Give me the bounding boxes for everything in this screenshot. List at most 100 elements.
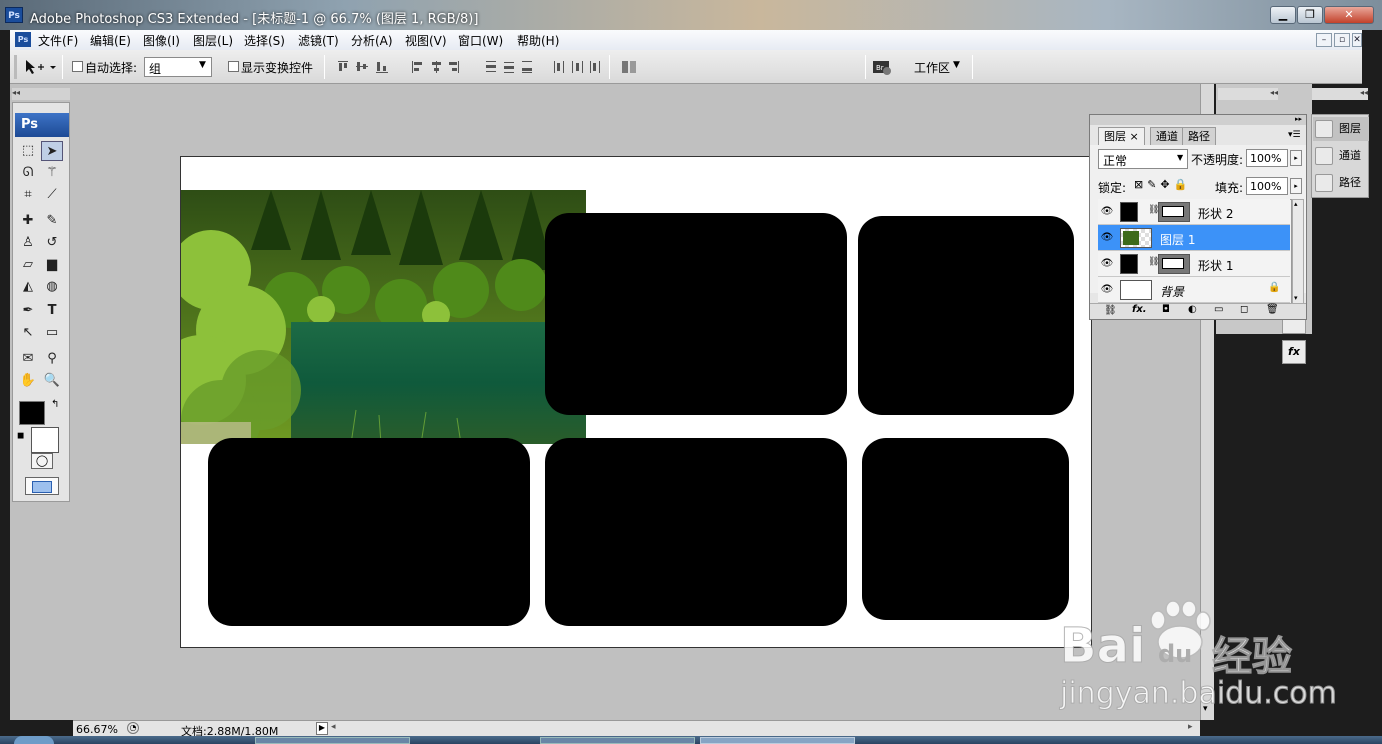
auto-select-dropdown[interactable]: 组 ▼ [144, 57, 212, 77]
scroll-left-icon[interactable]: ◂ [331, 722, 336, 732]
doc-close-button[interactable]: ✕ [1352, 33, 1362, 47]
shape-rounded-rect[interactable] [208, 438, 530, 626]
marquee-tool-icon[interactable]: ⬚ [17, 141, 39, 161]
scroll-down-icon[interactable]: ▾ [1294, 294, 1298, 302]
layer-list-scrollbar[interactable]: ▴ ▾ [1292, 199, 1304, 305]
lock-icons[interactable]: ⊠✎✥🔒 [1134, 178, 1191, 191]
history-brush-icon[interactable]: ↺ [41, 233, 63, 253]
workspace-button[interactable]: 工作区 [914, 59, 950, 76]
doc-minimize-button[interactable]: – [1316, 33, 1332, 47]
fill-input[interactable]: 100% [1246, 177, 1288, 195]
quick-mask-icon[interactable]: ◯ [31, 453, 53, 469]
gradient-tool-icon[interactable]: ▆ [41, 255, 63, 275]
zoom-level[interactable]: 66.67% [76, 723, 118, 736]
layer-row[interactable]: 👁 ⛓ 形状 1 [1098, 251, 1290, 277]
visibility-eye-icon[interactable]: 👁 [1100, 283, 1114, 297]
menu-analysis[interactable]: 分析(A) [351, 32, 393, 49]
new-group-icon[interactable]: ▭ [1214, 304, 1223, 315]
layer-row-selected[interactable]: 👁 图层 1 [1098, 225, 1290, 251]
dodge-tool-icon[interactable]: ◍ [41, 277, 63, 297]
shape-rounded-rect[interactable] [545, 213, 847, 415]
adjustment-layer-icon[interactable]: ◐ [1188, 304, 1197, 315]
slice-tool-icon[interactable]: ⟋ [41, 185, 63, 205]
dock-collapse-icon-2[interactable]: ◂◂ [1312, 88, 1368, 100]
close-button[interactable]: ✕ [1324, 6, 1374, 24]
status-menu-icon[interactable]: ◔ [127, 722, 139, 734]
crop-tool-icon[interactable]: ⌗ [17, 185, 39, 205]
panel-grip[interactable]: ▸▸ [1090, 115, 1306, 125]
lasso-tool-icon[interactable]: ᘏ [17, 163, 39, 183]
brush-tool-icon[interactable]: ✎ [41, 211, 63, 231]
menu-filter[interactable]: 滤镜(T) [298, 32, 339, 49]
clone-stamp-icon[interactable]: ♙ [17, 233, 39, 253]
visibility-eye-icon[interactable]: 👁 [1100, 231, 1114, 245]
layer-row[interactable]: 👁 ⛓ 形状 2 [1098, 199, 1290, 225]
screen-mode-icon[interactable] [25, 477, 59, 495]
visibility-eye-icon[interactable]: 👁 [1100, 257, 1114, 271]
default-colors-icon[interactable]: ◼ [17, 431, 24, 441]
auto-align-icon[interactable] [620, 58, 638, 76]
tab-layers[interactable]: 图层 × [1098, 127, 1145, 145]
scroll-right-icon[interactable]: ▸ [1188, 722, 1193, 732]
document-icon[interactable]: Ps [15, 32, 31, 47]
type-tool-icon[interactable]: T [41, 301, 63, 321]
scroll-up-icon[interactable]: ▴ [1294, 200, 1298, 208]
fx-icon[interactable]: fx [1282, 340, 1306, 364]
link-layers-icon[interactable]: ⛓ [1104, 305, 1117, 316]
visibility-eye-icon[interactable]: 👁 [1100, 205, 1114, 219]
menu-select[interactable]: 选择(S) [244, 32, 285, 49]
dock-paths-button[interactable]: 路径 [1313, 171, 1369, 195]
taskbar-item[interactable] [540, 737, 695, 744]
menu-view[interactable]: 视图(V) [405, 32, 447, 49]
magic-wand-tool-icon[interactable]: ⚚ [41, 163, 63, 183]
move-tool-icon[interactable]: ➤ [41, 141, 63, 161]
zoom-tool-icon[interactable]: 🔍 [41, 371, 63, 391]
taskbar-item[interactable] [700, 737, 855, 744]
dock-channels-button[interactable]: 通道 [1313, 144, 1369, 168]
align-distribute-icons[interactable] [336, 59, 626, 75]
opacity-slider-arrow-icon[interactable]: ▸ [1290, 150, 1302, 166]
shape-rounded-rect[interactable] [545, 438, 847, 626]
background-color-swatch[interactable] [31, 427, 59, 453]
restore-button[interactable]: ❐ [1297, 6, 1323, 24]
eraser-tool-icon[interactable]: ▱ [17, 255, 39, 275]
move-tool-icon[interactable] [24, 58, 56, 76]
menu-file[interactable]: 文件(F) [38, 32, 78, 49]
status-arrow-icon[interactable]: ▶ [316, 722, 328, 735]
menu-window[interactable]: 窗口(W) [458, 32, 503, 49]
notes-tool-icon[interactable]: ✉ [17, 349, 39, 369]
hand-tool-icon[interactable]: ✋ [17, 371, 39, 391]
pen-tool-icon[interactable]: ✒ [17, 301, 39, 321]
menu-edit[interactable]: 编辑(E) [90, 32, 131, 49]
shape-rounded-rect[interactable] [858, 216, 1074, 415]
bridge-icon[interactable]: Br [872, 58, 894, 76]
add-mask-icon[interactable]: ◘ [1162, 304, 1170, 315]
tab-paths[interactable]: 路径 [1182, 127, 1216, 145]
doc-restore-button[interactable]: ▫ [1334, 33, 1350, 47]
menu-layer[interactable]: 图层(L) [193, 32, 233, 49]
auto-select-checkbox[interactable] [72, 61, 83, 72]
shape-tool-icon[interactable]: ▭ [41, 323, 63, 343]
start-button[interactable] [14, 736, 54, 744]
eyedropper-tool-icon[interactable]: ⚲ [41, 349, 63, 369]
opacity-input[interactable]: 100% [1246, 149, 1288, 167]
landscape-photo[interactable] [181, 190, 586, 444]
swap-colors-icon[interactable]: ↰ [51, 399, 59, 410]
dock-layers-button[interactable]: 图层 [1313, 117, 1369, 141]
tab-channels[interactable]: 通道 [1150, 127, 1184, 145]
blend-mode-dropdown[interactable]: 正常 ▼ [1098, 149, 1188, 169]
foreground-color-swatch[interactable] [19, 401, 45, 425]
path-select-tool-icon[interactable]: ↖ [17, 323, 39, 343]
panel-menu-icon[interactable]: ▾☰ [1288, 130, 1301, 140]
delete-layer-icon[interactable]: 🗑 [1266, 304, 1279, 315]
layer-style-fx-icon[interactable]: fx. [1132, 304, 1147, 315]
menu-image[interactable]: 图像(I) [143, 32, 180, 49]
healing-brush-icon[interactable]: ✚ [17, 211, 39, 231]
shape-rounded-rect[interactable] [862, 438, 1069, 620]
blur-tool-icon[interactable]: ◭ [17, 277, 39, 297]
menu-help[interactable]: 帮助(H) [517, 32, 559, 49]
show-transform-checkbox[interactable] [228, 61, 239, 72]
toolbox-grip[interactable]: ◂◂ [12, 88, 70, 100]
dock-collapse-icon[interactable]: ◂◂ [1218, 88, 1278, 100]
fill-slider-arrow-icon[interactable]: ▸ [1290, 178, 1302, 194]
